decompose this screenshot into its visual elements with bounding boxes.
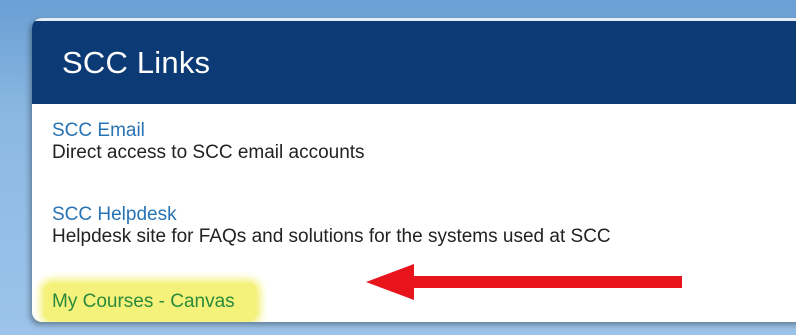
scc-email-description: Direct access to SCC email accounts	[52, 142, 365, 163]
arrow-shaft	[410, 276, 682, 288]
scc-helpdesk-description: Helpdesk site for FAQs and solutions for…	[52, 226, 611, 247]
left-arrow-icon	[366, 264, 682, 300]
list-item-my-courses-canvas: My Courses - Canvas	[44, 283, 257, 321]
arrow-head	[366, 264, 414, 300]
scc-helpdesk-link[interactable]: SCC Helpdesk	[52, 204, 611, 226]
list-item-scc-helpdesk: SCC Helpdesk Helpdesk site for FAQs and …	[52, 204, 611, 248]
panel-title: SCC Links	[62, 44, 211, 80]
panel-header: SCC Links	[32, 18, 796, 104]
scc-email-link[interactable]: SCC Email	[52, 120, 365, 142]
list-item-scc-email: SCC Email Direct access to SCC email acc…	[52, 120, 365, 164]
my-courses-canvas-link[interactable]: My Courses - Canvas	[52, 291, 235, 313]
